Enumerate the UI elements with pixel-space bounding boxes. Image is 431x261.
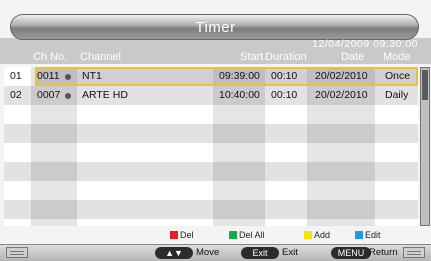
exit-key[interactable]: Exit	[241, 247, 279, 259]
column-header-start: Start	[240, 51, 264, 63]
yellow-key-icon	[304, 231, 312, 239]
row-date: 20/02/2010	[315, 70, 368, 82]
row-start: 10:40:00	[219, 89, 260, 101]
current-datetime: 12/04/2009 09:30:00	[312, 38, 418, 50]
scrollbar-thumb[interactable]	[422, 70, 428, 100]
row-ch-no: 0011	[37, 70, 60, 82]
channel-bullet-icon	[65, 92, 71, 99]
row-channel[interactable]: NT1	[82, 67, 102, 86]
legend-del: Del	[170, 230, 194, 240]
return-hint: Return	[369, 247, 398, 258]
red-key-icon	[170, 231, 178, 239]
row-mode: Once	[385, 70, 411, 82]
legend-del-all: Del All	[229, 230, 265, 240]
row-index: 02	[10, 89, 22, 101]
blue-key-icon	[355, 231, 363, 239]
timer-screen: Timer 12/04/2009 09:30:00 Ch No. Channel…	[0, 0, 431, 261]
menu-lines-icon	[6, 247, 28, 258]
row-date: 20/02/2010	[315, 89, 368, 101]
move-key[interactable]: ▲▼	[155, 247, 193, 259]
row-index: 01	[10, 70, 22, 82]
row-channel[interactable]: ARTE HD	[82, 86, 128, 105]
exit-hint: Exit	[282, 247, 298, 258]
legend-add-label: Add	[314, 230, 331, 240]
column-header-date: Date	[341, 51, 365, 63]
legend-edit-label: Edit	[365, 230, 381, 240]
scrollbar[interactable]	[420, 67, 430, 226]
row-duration: 00:10	[271, 70, 298, 82]
channel-bullet-icon	[65, 73, 71, 80]
legend-del-label: Del	[180, 230, 194, 240]
column-header-ch-no: Ch No.	[33, 51, 68, 63]
row-ch-no: 0007	[37, 89, 61, 101]
page-title: Timer	[195, 19, 236, 36]
row-start: 09:39:00	[219, 70, 260, 82]
menu-lines-icon	[403, 247, 425, 258]
timer-table: 01 0011 NT1 09:39:00 00:10 20/02/2010 On…	[4, 67, 418, 226]
column-header-duration: Duration	[265, 51, 307, 63]
legend-edit: Edit	[355, 230, 381, 240]
move-hint: Move	[196, 247, 220, 258]
column-header-channel: Channel	[80, 51, 121, 63]
legend-add: Add	[304, 230, 330, 240]
column-header-mode: Mode	[383, 51, 411, 63]
row-duration: 00:10	[271, 89, 298, 101]
row-mode: Daily	[385, 89, 409, 101]
legend-del-all-label: Del All	[239, 230, 265, 240]
green-key-icon	[229, 231, 237, 239]
menu-key[interactable]: MENU	[331, 247, 371, 259]
